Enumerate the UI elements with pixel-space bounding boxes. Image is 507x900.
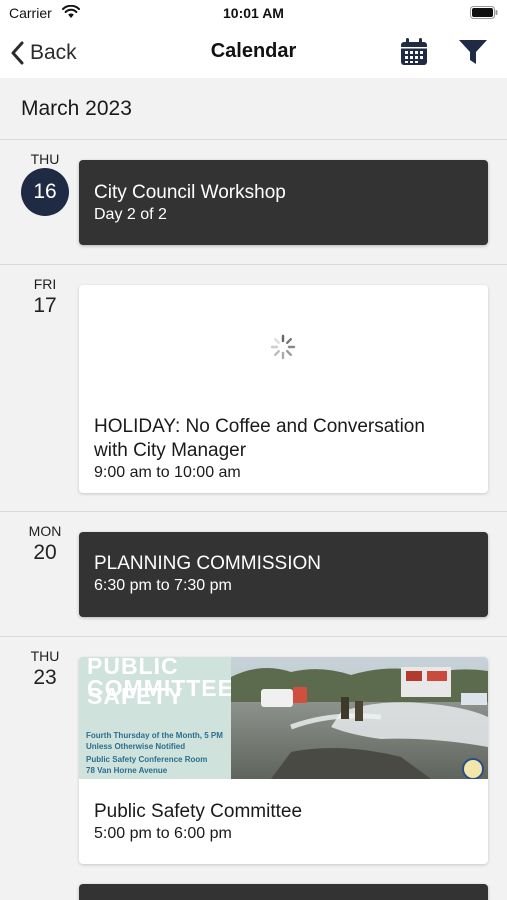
firefighting-photo — [231, 657, 488, 779]
day-weekday: THU — [30, 151, 60, 167]
event-card-city-council-workshop[interactable]: City Council Workshop Day 2 of 2 — [79, 160, 488, 245]
event-card-planning-commission[interactable]: PLANNING COMMISSION 6:30 pm to 7:30 pm — [79, 532, 488, 617]
back-label: Back — [30, 41, 77, 64]
today-day-number: 16 — [21, 168, 69, 216]
event-card-public-safety-committee[interactable]: PUBLIC SAFETY COMMITTEE Fourth Thursday … — [79, 657, 488, 864]
poster-text-panel: PUBLIC SAFETY COMMITTEE Fourth Thursday … — [79, 657, 234, 779]
event-title: PLANNING COMMISSION — [94, 553, 321, 574]
divider — [0, 511, 507, 512]
nav-bar: Back Calendar — [0, 28, 507, 78]
event-time: 5:00 pm to 6:00 pm — [94, 825, 232, 842]
calendar-icon[interactable] — [400, 38, 428, 66]
poster-line: Fourth Thursday of the Month, 5 PM — [86, 731, 223, 740]
loading-spinner-icon — [270, 334, 296, 360]
day-number: 20 — [33, 541, 57, 564]
event-subtitle: Day 2 of 2 — [94, 206, 167, 223]
poster-line: 78 Van Horne Avenue — [86, 766, 168, 775]
status-bar: Carrier 10:01 AM — [0, 0, 507, 28]
divider — [0, 636, 507, 637]
event-title-line1: HOLIDAY: No Coffee and Conversation — [94, 416, 425, 437]
day-number: 17 — [33, 294, 57, 317]
event-card-holiday-coffee[interactable]: HOLIDAY: No Coffee and Conversation with… — [79, 285, 488, 493]
event-title: City Council Workshop — [94, 182, 286, 203]
clock: 10:01 AM — [223, 5, 284, 21]
event-title: Public Safety Committee — [94, 801, 303, 822]
day-weekday: FRI — [33, 276, 57, 292]
divider — [0, 264, 507, 265]
day-weekday: MON — [28, 523, 62, 539]
filter-icon[interactable] — [458, 39, 488, 66]
back-button[interactable]: Back — [10, 38, 77, 68]
battery-icon — [470, 6, 498, 19]
month-header: March 2023 — [21, 97, 132, 120]
event-title-line2: with City Manager — [94, 440, 247, 461]
event-time: 9:00 am to 10:00 am — [94, 464, 241, 481]
divider — [0, 139, 507, 140]
chevron-left-icon — [11, 41, 24, 65]
poster-line: Unless Otherwise Notified — [86, 742, 186, 751]
poster-heading-line2: COMMITTEE — [87, 675, 234, 701]
day-number: 23 — [33, 666, 57, 689]
poster-line: Public Safety Conference Room — [86, 755, 208, 764]
event-poster-image: PUBLIC SAFETY COMMITTEE Fourth Thursday … — [79, 657, 488, 779]
event-card-partial[interactable] — [79, 884, 488, 900]
day-weekday: THU — [30, 648, 60, 664]
event-time: 6:30 pm to 7:30 pm — [94, 577, 232, 594]
